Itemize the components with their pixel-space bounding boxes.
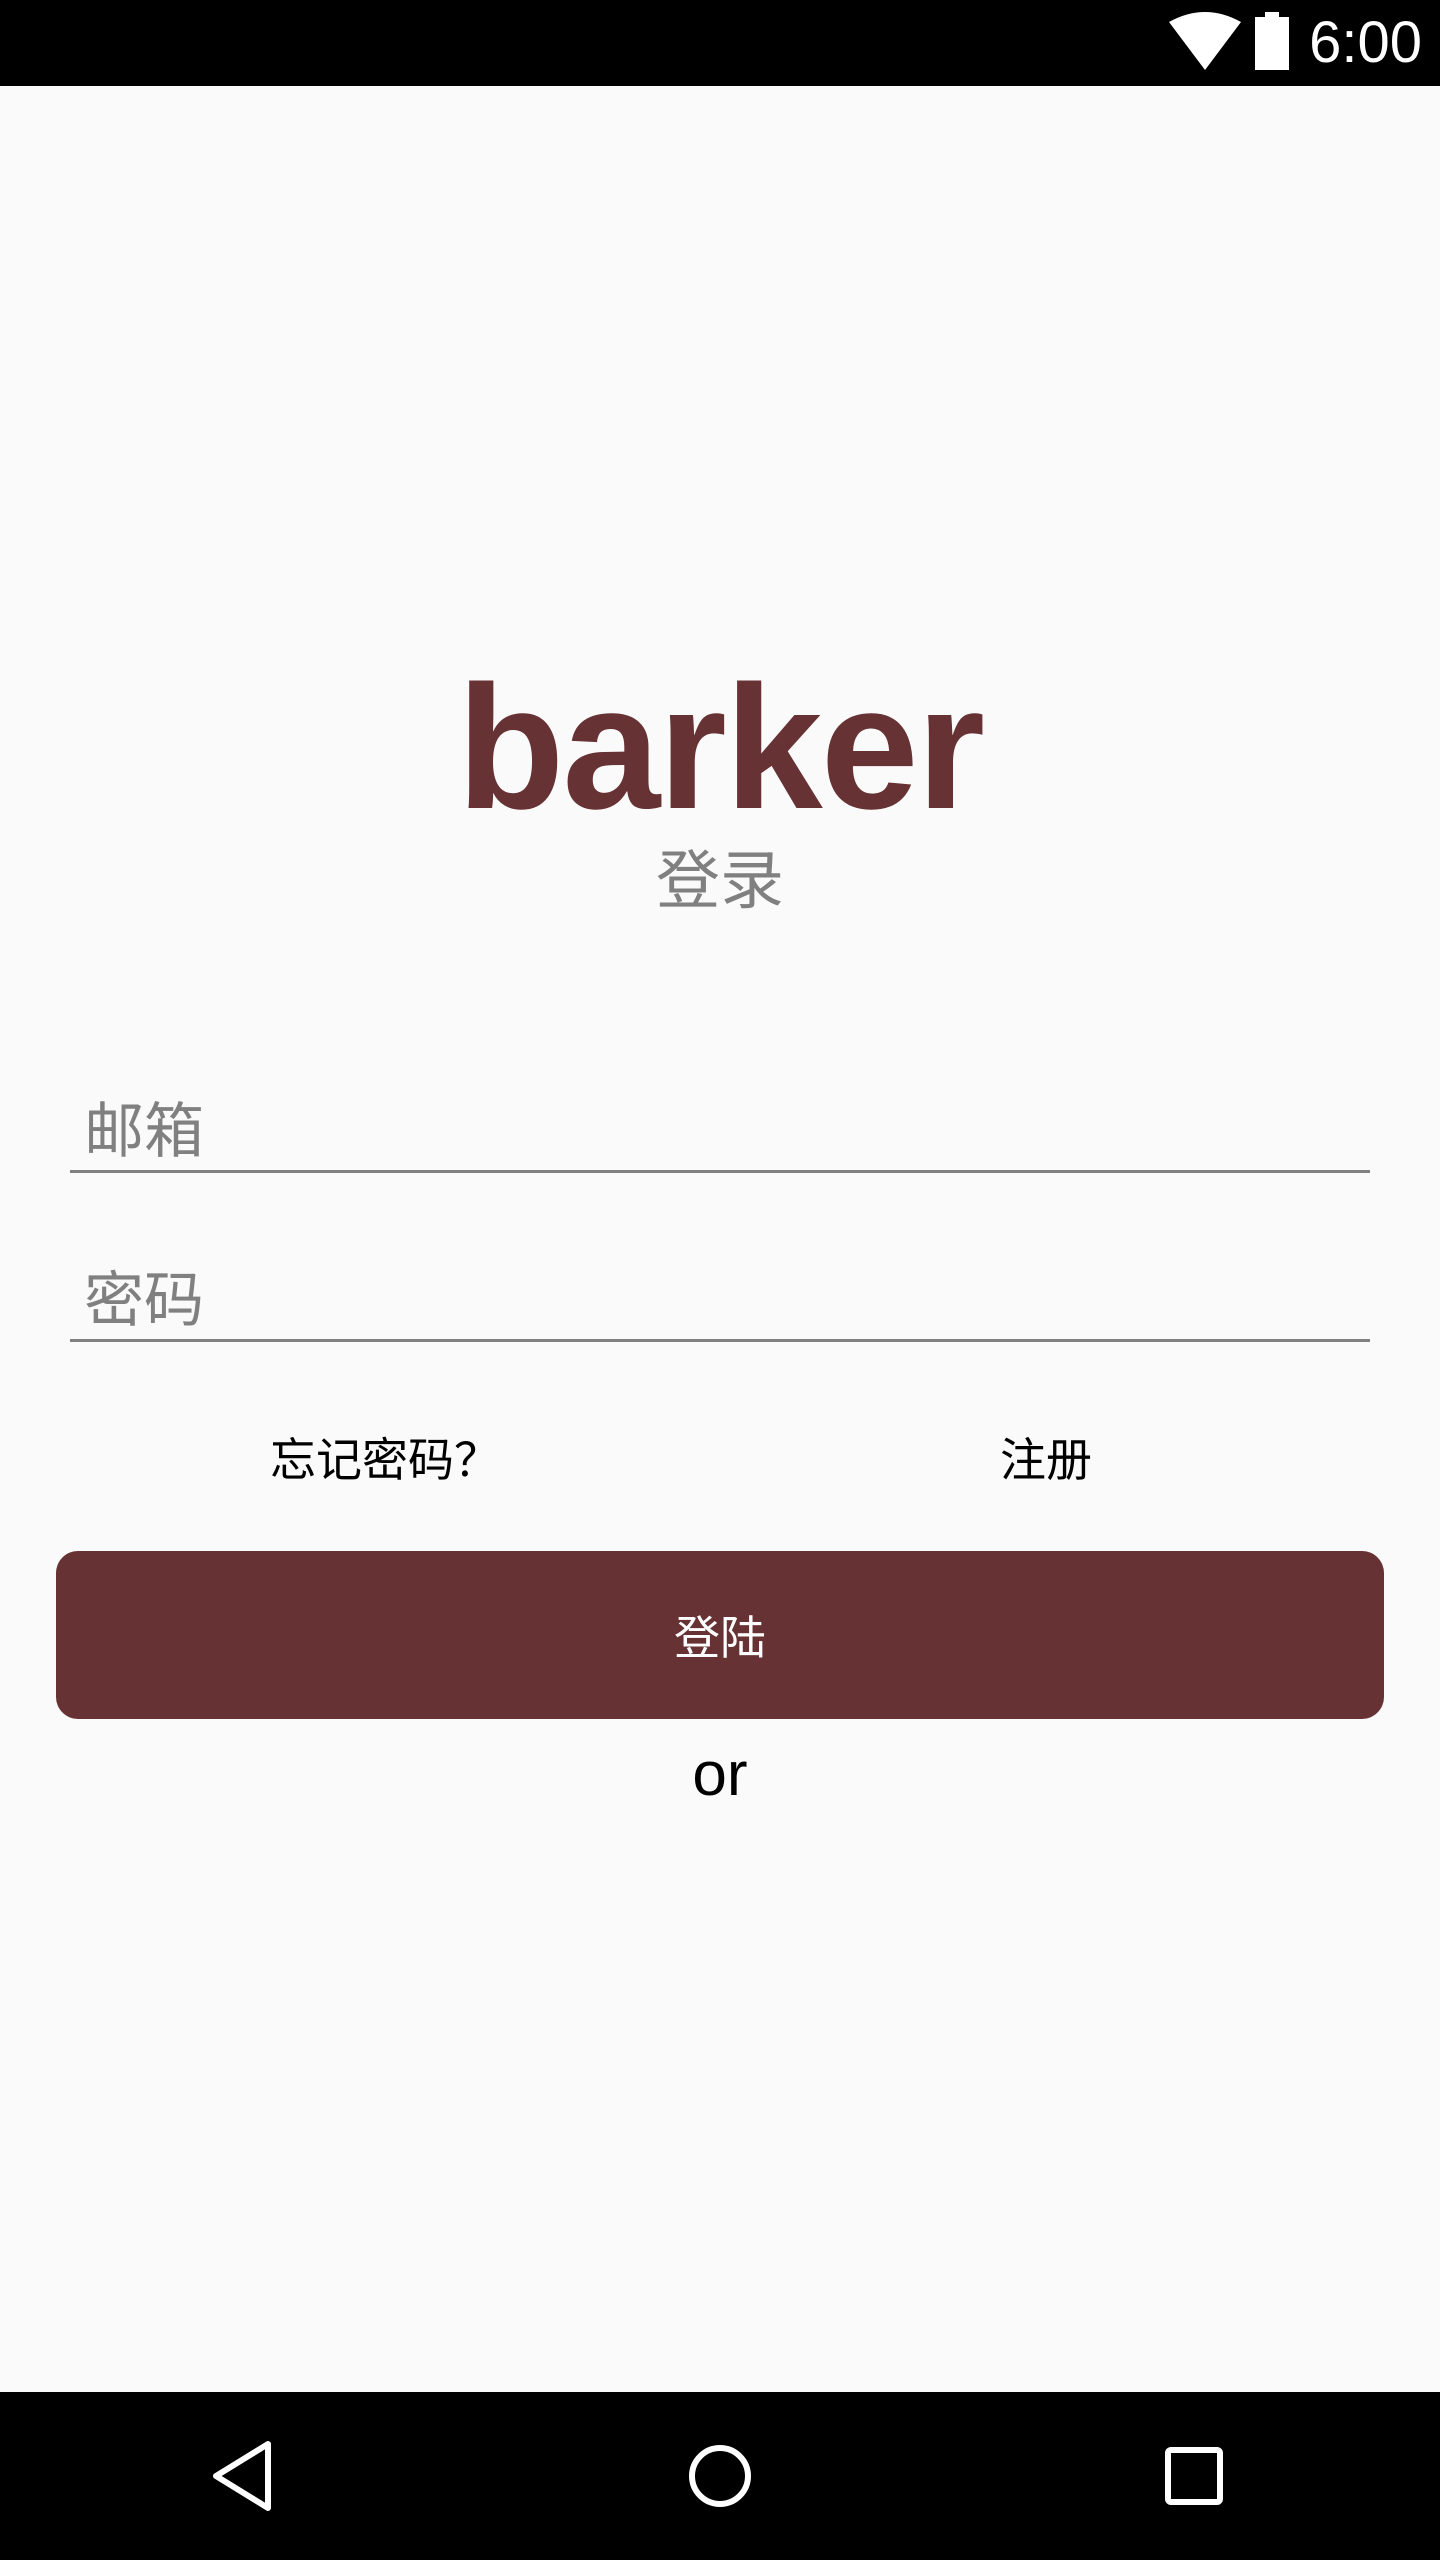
forgot-password-link[interactable]: 忘记密码？ (270, 1430, 500, 1490)
back-icon (213, 2441, 271, 2511)
battery-icon (1253, 12, 1309, 74)
wifi-icon (1169, 12, 1253, 74)
login-button[interactable]: 登陆 (56, 1551, 1384, 1719)
page-subtitle: 登录 (656, 845, 784, 919)
status-time: 6:00 (1309, 10, 1422, 75)
password-field[interactable] (70, 1262, 1370, 1342)
recents-icon (1165, 2447, 1223, 2505)
login-button-label: 登陆 (674, 1611, 766, 1665)
app-title: barker (456, 650, 985, 846)
recents-button[interactable] (1146, 2428, 1242, 2524)
email-field[interactable] (70, 1093, 1370, 1173)
back-button[interactable] (198, 2428, 294, 2524)
or-divider-text: or (692, 1740, 748, 1809)
login-screen: 6:00 barker 登录 忘记密码？ 注册 登陆 or (0, 0, 1440, 2560)
register-link[interactable]: 注册 (1000, 1430, 1092, 1490)
status-bar: 6:00 (0, 0, 1440, 86)
home-button[interactable] (672, 2428, 768, 2524)
home-icon (689, 2445, 751, 2507)
status-icons: 6:00 (1169, 0, 1422, 86)
navigation-bar (0, 2392, 1440, 2560)
